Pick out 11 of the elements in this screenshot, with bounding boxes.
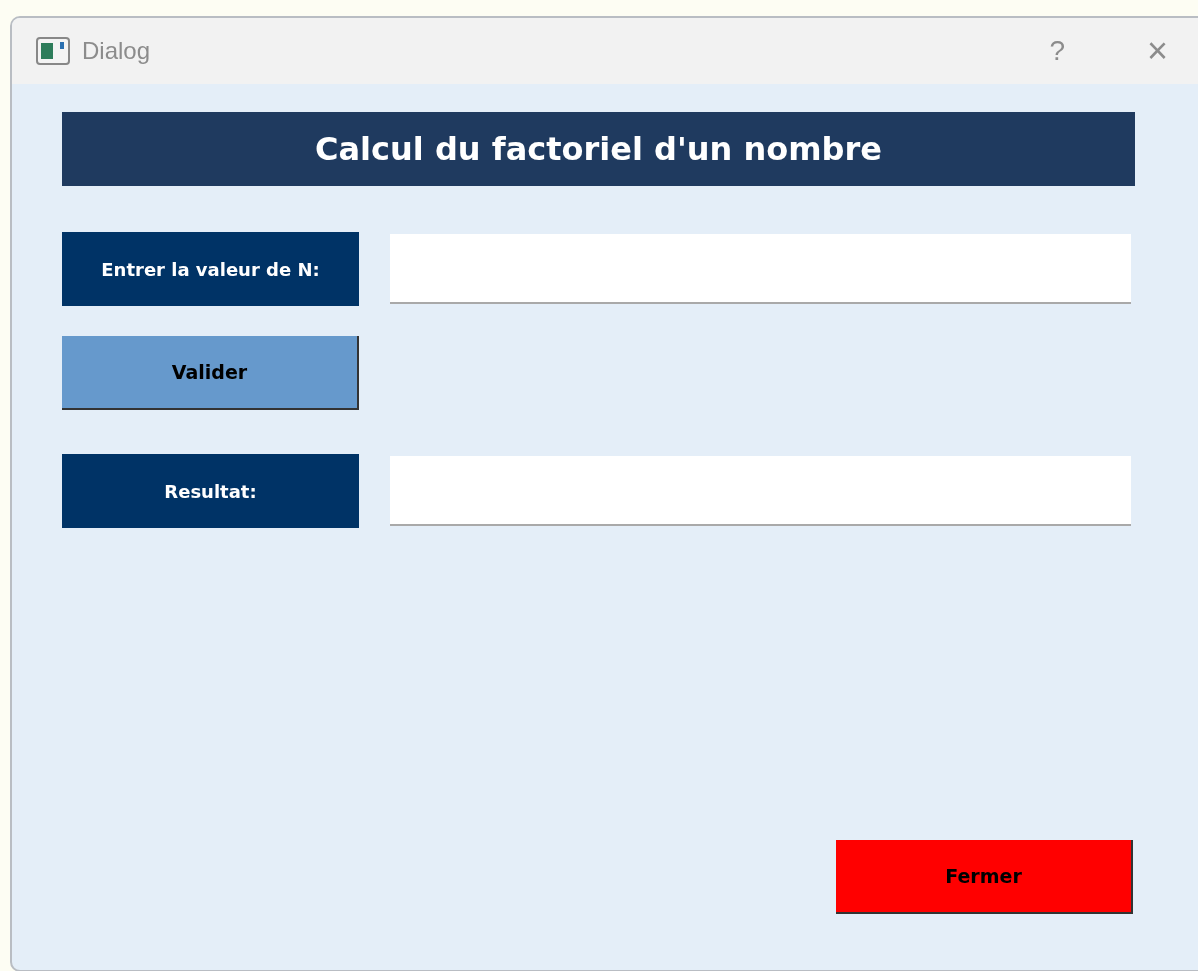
app-window-icon: [36, 37, 70, 65]
close-button[interactable]: Fermer: [836, 840, 1133, 914]
input-field[interactable]: [390, 234, 1131, 304]
field-label: Entrer la valeur de N:: [62, 232, 359, 306]
dialog-heading: Calcul du factoriel d'un nombre: [62, 112, 1135, 186]
input-field[interactable]: [390, 456, 1131, 526]
close-button[interactable]: ×: [1146, 33, 1168, 69]
validate-button[interactable]: Valider: [62, 336, 359, 410]
window-title: Dialog: [82, 36, 151, 66]
help-button[interactable]: ?: [1049, 37, 1065, 65]
field-label: Resultat:: [62, 454, 359, 528]
